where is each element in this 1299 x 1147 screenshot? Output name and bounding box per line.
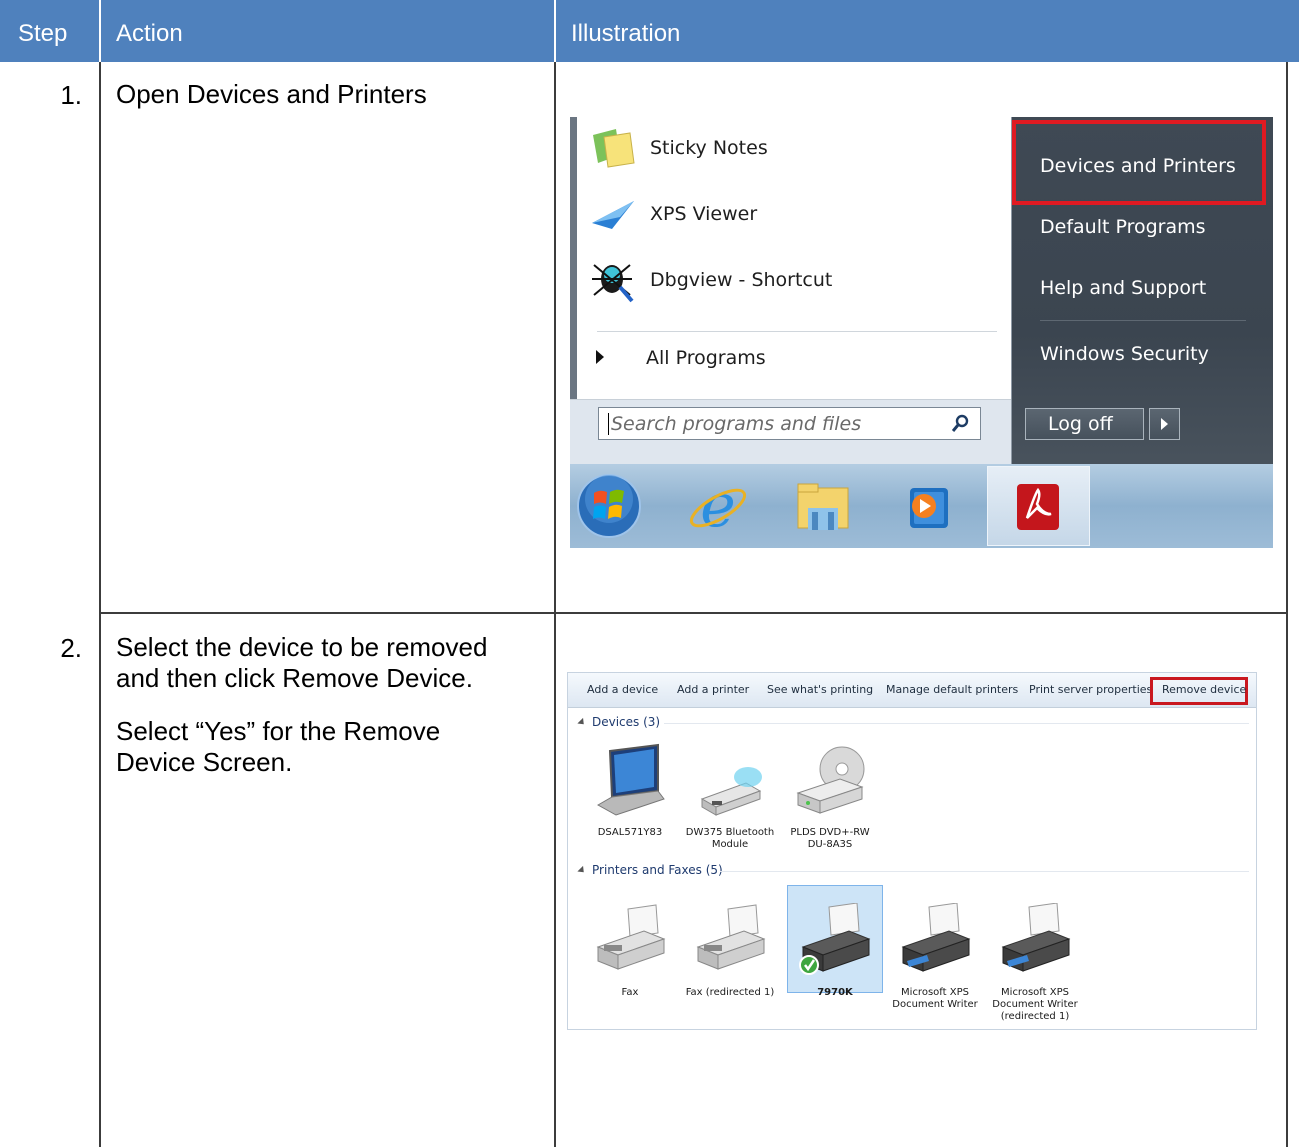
program-label: XPS Viewer [650,203,758,225]
printer-item[interactable]: Fax [584,899,676,1009]
program-label: Sticky Notes [650,137,768,159]
text-caret [608,413,609,435]
bluetooth-module-icon [700,767,762,816]
action-text: Open Devices and Printers [116,79,427,109]
log-off-label: Log off [1048,413,1113,435]
printer-item[interactable]: Microsoft XPS Document Writer (redirected … [989,899,1081,1022]
menu-separator [597,331,997,332]
xps-viewer-icon [592,201,634,229]
start-menu-right-pane: Devices and Printers Default Programs He… [1012,117,1273,479]
sticky-notes-icon [593,129,635,168]
printer-name: Fax (redirected 1) [685,987,775,998]
see-whats-printing-button[interactable]: See what's printing [767,683,873,696]
expand-arrow-icon [596,350,604,364]
menu-separator [1040,320,1246,321]
internet-explorer-icon[interactable]: e [685,474,751,540]
device-name: DSAL571Y83 [597,827,663,838]
command-bar: Add a device Add a printer See what's pr… [568,673,1256,708]
table-right-border [1286,62,1288,1147]
menu-item-devices-and-printers[interactable]: Devices and Printers [1040,155,1236,177]
laptop-icon [596,743,665,816]
collapse-arrow-icon [577,865,587,876]
group-divider [720,871,1249,872]
device-item[interactable]: PLDS DVD+-RW DU-8A3S [784,739,876,850]
menu-item-windows-security[interactable]: Windows Security [1040,343,1209,365]
fax-icon [596,904,666,970]
dbgview-icon [592,264,634,303]
group-divider [664,723,1249,724]
program-sticky-notes[interactable]: Sticky Notes [590,125,990,177]
windows-explorer-icon[interactable] [790,474,856,540]
group-label: Printers and Faxes (5) [592,863,723,877]
header-action: Action [116,20,183,47]
printers-group-header[interactable]: Printers and Faxes (5) [577,863,723,877]
printer-icon [1001,903,1071,972]
program-dbgview[interactable]: Dbgview - Shortcut [590,257,990,309]
header-divider [554,0,556,62]
collapse-arrow-icon [577,717,587,728]
shutdown-options-button[interactable] [1149,408,1180,440]
print-server-properties-button[interactable]: Print server properties [1029,683,1152,696]
row-divider [99,612,1288,614]
header-illustration: Illustration [571,20,681,47]
arrow-right-icon [1161,418,1168,430]
media-player-icon[interactable] [896,474,962,540]
printer-icon [799,903,871,975]
remove-device-button[interactable]: Remove device [1162,683,1246,696]
device-item[interactable]: DSAL571Y83 [584,739,676,849]
fax-icon [696,904,766,970]
dvd-drive-icon [796,746,865,814]
printer-item[interactable]: Microsoft XPS Document Writer [889,899,981,1019]
action-text: Device Screen. [116,747,293,777]
printer-item[interactable]: Fax (redirected 1) [684,899,776,1009]
svg-text:e: e [700,474,736,540]
devices-printers-screenshot: Add a device Add a printer See what's pr… [567,672,1257,1030]
taskbar: e [570,464,1273,548]
step-number: 2. [60,633,82,663]
all-programs-item[interactable]: All Programs [596,345,976,375]
search-input[interactable]: Search programs and files [598,407,981,440]
device-item[interactable]: DW375 Bluetooth Module [684,739,776,850]
manage-default-printers-button[interactable]: Manage default printers [886,683,1018,696]
group-label: Devices (3) [592,715,661,729]
log-off-button[interactable]: Log off [1025,408,1144,440]
add-device-button[interactable]: Add a device [587,683,658,696]
menu-item-help-and-support[interactable]: Help and Support [1040,277,1206,299]
add-printer-button[interactable]: Add a printer [677,683,749,696]
devices-group-header[interactable]: Devices (3) [577,715,661,729]
all-programs-label: All Programs [646,347,766,369]
column-divider [554,62,556,1147]
start-menu-left-pane: Sticky Notes XPS Viewer Dbgview - Shortc… [570,117,1012,466]
printer-item-selected[interactable]: 7970K [789,899,881,1009]
adobe-reader-icon[interactable] [1005,474,1071,540]
printer-name: 7970K [817,987,853,998]
program-xps-viewer[interactable]: XPS Viewer [590,191,990,243]
search-placeholder: Search programs and files [611,413,862,435]
table-header: Step Action Illustration [0,0,1299,62]
program-label: Dbgview - Shortcut [650,269,833,291]
device-name: PLDS DVD+-RW DU-8A3S [790,827,870,850]
column-divider [99,62,101,1147]
start-orb-icon[interactable] [576,473,642,539]
device-name: DW375 Bluetooth Module [685,827,775,850]
step-number: 1. [60,80,82,110]
search-icon [952,414,969,432]
menu-item-default-programs[interactable]: Default Programs [1040,216,1206,238]
printer-name: Microsoft XPS Document Writer (redirected … [992,987,1078,1022]
action-text: and then click Remove Device. [116,663,473,693]
printer-name: Microsoft XPS Document Writer [892,987,978,1010]
action-text: Select the device to be removed [116,632,488,662]
header-step: Step [18,20,68,47]
printer-name: Fax [621,987,639,998]
printer-icon [901,903,971,972]
header-divider [99,0,101,62]
start-menu-screenshot: Sticky Notes XPS Viewer Dbgview - Shortc… [570,117,1273,548]
action-text: Select “Yes” for the Remove [116,716,441,746]
